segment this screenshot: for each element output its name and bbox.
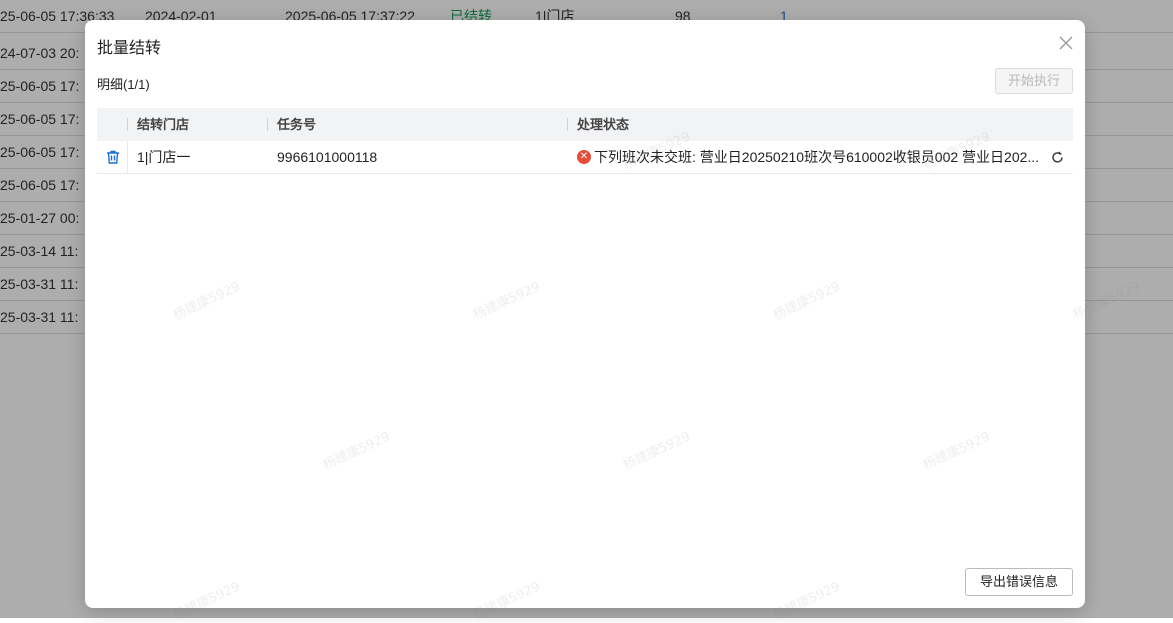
store-cell: 1|门店一 (137, 149, 191, 165)
close-icon[interactable] (1057, 34, 1075, 52)
task-no-cell: 9966101000118 (277, 149, 378, 165)
start-execute-button[interactable]: 开始执行 (995, 68, 1073, 94)
column-header-task-no: 任务号 (277, 117, 317, 132)
cell-divider (127, 141, 128, 174)
table-header: 结转门店 任务号 处理状态 (97, 108, 1073, 141)
detail-count-label: 明细(1/1) (97, 77, 150, 92)
column-divider (567, 118, 568, 131)
column-divider (267, 118, 268, 131)
column-divider (127, 118, 128, 131)
batch-carryover-dialog: 批量结转 明细(1/1) 开始执行 结转门店 任务号 处理状态 1|门店一 99… (85, 20, 1085, 608)
dialog-title: 批量结转 (97, 40, 162, 57)
trash-icon[interactable] (105, 149, 121, 165)
column-header-store: 结转门店 (137, 117, 190, 132)
status-cell: 下列班次未交班: 营业日20250210班次号610002收银员002 营业日2… (594, 149, 1040, 165)
refresh-icon[interactable] (1051, 151, 1064, 164)
detail-table: 结转门店 任务号 处理状态 1|门店一 9966101000118 ✕ 下列班次… (97, 108, 1073, 174)
column-header-status: 处理状态 (577, 117, 630, 132)
export-errors-button[interactable]: 导出错误信息 (965, 568, 1073, 596)
error-icon: ✕ (577, 150, 591, 164)
table-row: 1|门店一 9966101000118 ✕ 下列班次未交班: 营业日202502… (97, 141, 1073, 174)
